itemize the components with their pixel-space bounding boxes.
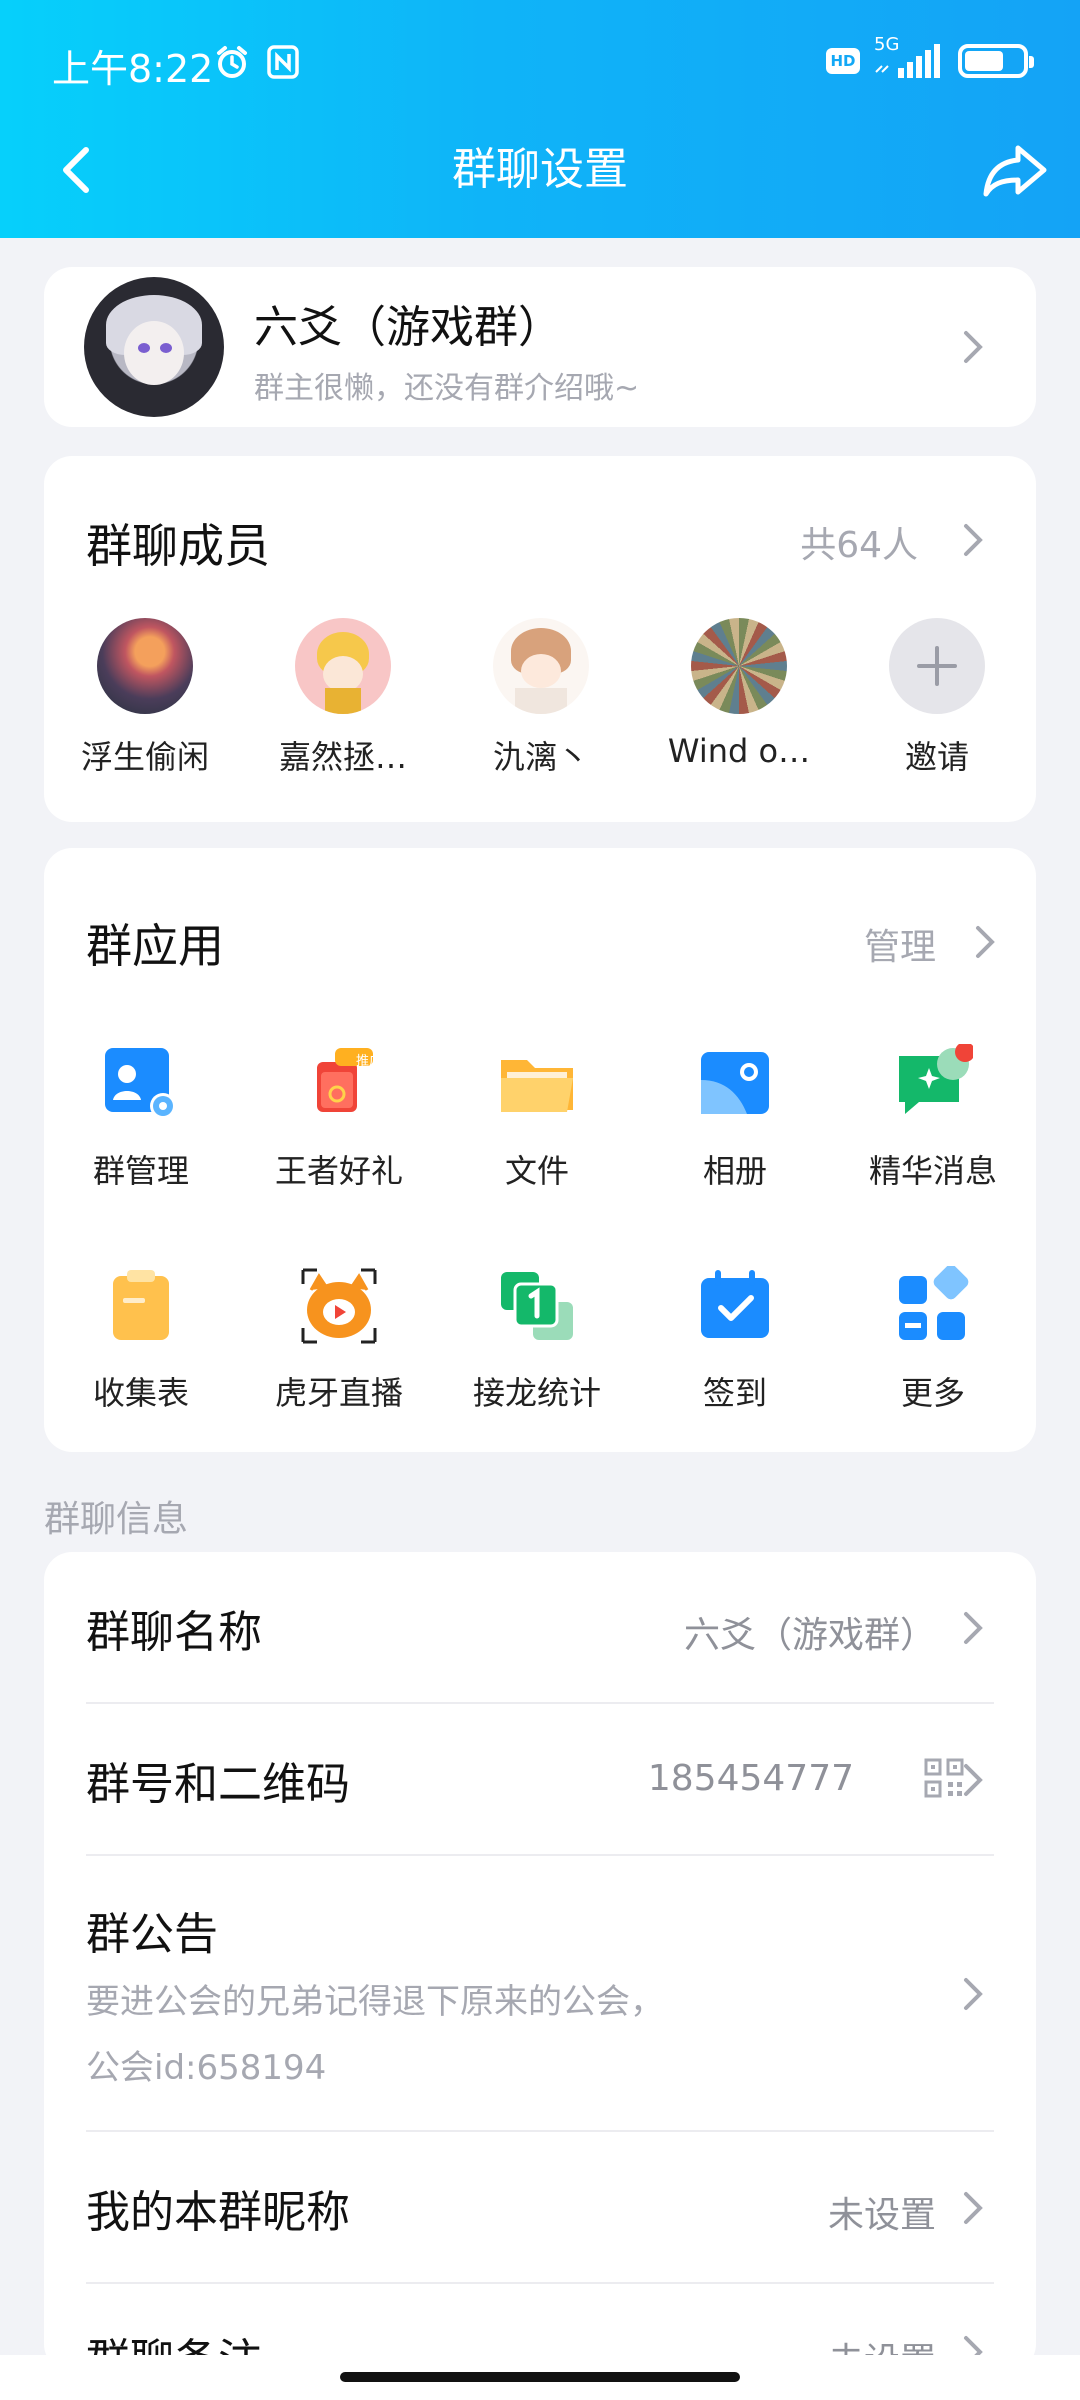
status-time: 上午8:22 — [52, 47, 214, 91]
app-label: 虎牙直播 — [274, 1374, 403, 1412]
row-label: 群号和二维码 — [86, 1759, 350, 1810]
group-notice-row[interactable]: 群公告 要进公会的兄弟记得退下原来的公会， 公会id:658194 — [86, 1856, 994, 2130]
row-label: 群聊名称 — [86, 1607, 262, 1658]
member-item[interactable]: 嘉然拯… — [258, 618, 428, 778]
chevron-right-icon[interactable] — [962, 522, 984, 558]
app-group-admin[interactable]: 群管理 — [46, 1044, 236, 1192]
chevron-right-icon — [964, 1612, 983, 1644]
group-profile-card[interactable]: 六爻（游戏群） 群主很懒，还没有群介绍哦~ — [44, 267, 1036, 427]
group-admin-icon — [105, 1048, 176, 1119]
app-highlights[interactable]: 精华消息 — [838, 1042, 1028, 1192]
my-nickname-row[interactable]: 我的本群昵称 未设置 — [86, 2132, 994, 2282]
avatar — [493, 618, 589, 714]
app-label: 王者好礼 — [274, 1152, 403, 1190]
folder-icon — [501, 1060, 573, 1112]
app-huya-live[interactable]: 虎牙直播 — [244, 1266, 434, 1414]
member-name: 氿漓丶 — [492, 738, 589, 776]
row-value: 未设置 — [827, 2195, 936, 2236]
app-gift[interactable]: 推广 王者好礼 — [244, 1044, 434, 1192]
clipboard-icon — [113, 1270, 169, 1340]
app-files[interactable]: 文件 — [442, 1044, 632, 1192]
app-label: 文件 — [504, 1152, 569, 1190]
member-item[interactable]: 氿漓丶 — [456, 618, 626, 778]
header: 上午8:22 HD 5G 群聊设置 — [0, 0, 1080, 238]
apps-title: 群应用 — [86, 919, 224, 973]
battery-icon — [958, 44, 1034, 78]
chevron-right-icon — [964, 1764, 983, 1796]
member-name: 嘉然拯… — [278, 738, 407, 776]
status-icons: HD 5G — [826, 34, 1034, 80]
app-label: 签到 — [702, 1374, 767, 1412]
app-label: 相册 — [702, 1152, 767, 1190]
app-label: 收集表 — [92, 1374, 189, 1412]
member-name: Wind o… — [667, 732, 811, 770]
chevron-right-icon — [964, 331, 983, 363]
member-item[interactable]: 浮生偷闲 — [60, 618, 230, 778]
avatar — [97, 618, 193, 714]
hd-badge: HD — [826, 48, 860, 74]
app-chain-stats[interactable]: 接龙统计 — [442, 1266, 632, 1414]
app-label: 接龙统计 — [472, 1374, 601, 1412]
invite-button[interactable]: 邀请 — [852, 618, 1022, 778]
nfc-icon — [267, 45, 299, 79]
app-collect-form[interactable]: 收集表 — [46, 1266, 236, 1414]
signal-icon: 5G — [874, 34, 944, 80]
row-value: 六爻（游戏群） — [683, 1615, 936, 1656]
invite-label: 邀请 — [904, 738, 969, 776]
highlight-message-icon — [899, 1042, 975, 1114]
app-label: 更多 — [900, 1374, 965, 1412]
app-checkin[interactable]: 签到 — [640, 1266, 830, 1414]
group-description: 群主很懒，还没有群介绍哦~ — [254, 371, 640, 406]
more-grid-icon — [899, 1264, 969, 1340]
member-item[interactable]: Wind o… — [654, 618, 824, 770]
group-avatar — [84, 277, 224, 417]
notice-text-line: 公会id:658194 — [86, 2048, 327, 2088]
group-info-card: 群聊名称 六爻（游戏群） 群号和二维码 185454777 群公告 要进公会的兄 — [44, 1552, 1036, 2372]
status-bar: 上午8:22 HD 5G — [0, 0, 1080, 130]
app-album[interactable]: 相册 — [640, 1044, 830, 1192]
home-indicator[interactable] — [340, 2372, 740, 2382]
chevron-right-icon[interactable] — [974, 924, 996, 960]
group-apps-card: 群应用 管理 群管理 推广 王者好礼 文件 相册 精华消息 收集表 虎牙直播 接… — [44, 848, 1036, 1452]
group-number: 185454777 — [647, 1758, 854, 1799]
checkin-calendar-icon — [701, 1270, 769, 1338]
row-label: 群公告 — [86, 1909, 218, 1960]
members-card: 群聊成员 共64人 浮生偷闲 嘉然拯… 氿漓丶 Wind o… 邀请 — [44, 456, 1036, 822]
member-count[interactable]: 共64人 — [800, 516, 918, 568]
plus-icon — [889, 618, 985, 714]
alarm-icon — [217, 46, 247, 78]
manage-link[interactable]: 管理 — [864, 918, 936, 970]
app-label: 精华消息 — [868, 1152, 997, 1190]
chevron-right-icon — [964, 2192, 983, 2224]
chevron-right-icon — [964, 1978, 983, 2010]
gift-badge: 推广 — [356, 1054, 383, 1069]
notice-text-line: 要进公会的兄弟记得退下原来的公会， — [86, 1982, 664, 2022]
row-label: 我的本群昵称 — [86, 2187, 350, 2238]
qrcode-icon — [924, 1758, 964, 1798]
page-title: 群聊设置 — [452, 144, 628, 195]
avatar — [691, 618, 787, 714]
share-icon[interactable] — [980, 140, 1050, 200]
avatar — [295, 618, 391, 714]
huya-live-icon — [301, 1268, 377, 1344]
member-name: 浮生偷闲 — [80, 738, 209, 776]
group-name: 六爻（游戏群） — [254, 302, 562, 353]
app-more[interactable]: 更多 — [838, 1264, 1028, 1414]
album-icon — [701, 1052, 769, 1114]
members-title: 群聊成员 — [86, 519, 270, 573]
app-label: 群管理 — [92, 1152, 189, 1190]
group-name-row[interactable]: 群聊名称 六爻（游戏群） — [86, 1552, 994, 1702]
info-section-title: 群聊信息 — [44, 1499, 189, 1540]
chain-stat-icon — [501, 1272, 573, 1340]
group-number-row[interactable]: 群号和二维码 185454777 — [86, 1704, 994, 1854]
